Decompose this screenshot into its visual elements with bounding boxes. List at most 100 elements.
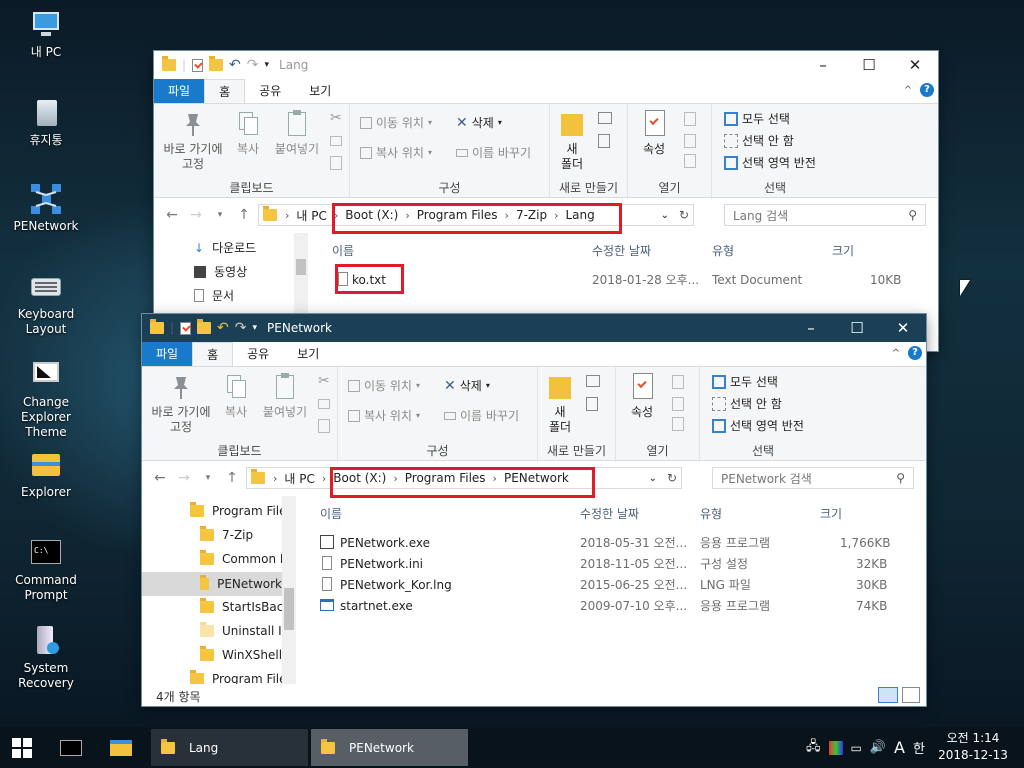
breadcrumb-item[interactable]: 7-Zip bbox=[516, 208, 547, 222]
desktop-icon-recycle-bin[interactable]: 휴지통 bbox=[2, 96, 90, 148]
breadcrumb-item[interactable]: Lang bbox=[566, 208, 595, 222]
column-header-type[interactable]: 유형 bbox=[712, 242, 734, 259]
tab-home[interactable]: 홈 bbox=[192, 342, 234, 366]
start-button[interactable] bbox=[12, 729, 40, 766]
chevron-down-icon[interactable]: ⌄ bbox=[649, 473, 657, 484]
new-item-icon[interactable] bbox=[598, 112, 612, 124]
column-header-name[interactable]: 이름 bbox=[332, 242, 354, 259]
open-icon[interactable] bbox=[684, 112, 696, 126]
select-none-button[interactable]: 선택 안 함 bbox=[724, 132, 794, 149]
desktop-icon-keyboard-layout[interactable]: Keyboard Layout bbox=[2, 270, 90, 337]
column-header-type[interactable]: 유형 bbox=[700, 505, 722, 522]
nav-item-uninstall[interactable]: Uninstall Int bbox=[200, 622, 294, 638]
table-row[interactable]: PENetwork.ini 2018-11-05 오전... 구성 설정 32K… bbox=[318, 553, 918, 574]
column-header-date[interactable]: 수정한 날짜 bbox=[592, 242, 651, 259]
column-header-size[interactable]: 크기 bbox=[820, 505, 842, 522]
pin-button[interactable]: 바로 가기에 고정 bbox=[148, 373, 214, 435]
copy-button[interactable]: 복사 bbox=[218, 373, 254, 420]
nav-item-common-files[interactable]: Common F bbox=[200, 550, 287, 566]
taskbar-item-lang[interactable]: Lang bbox=[151, 729, 308, 766]
new-folder-button[interactable]: 새 폴더 bbox=[554, 110, 590, 172]
desktop-icon-penetwork[interactable]: PENetwork bbox=[2, 182, 90, 234]
cut-icon[interactable]: ✂ bbox=[330, 110, 342, 126]
chevron-down-icon[interactable]: ▾ bbox=[265, 60, 270, 70]
select-all-button[interactable]: 모두 선택 bbox=[724, 110, 790, 127]
clock[interactable]: 오전 1:14 2018-12-13 bbox=[936, 730, 1010, 764]
tab-file[interactable]: 파일 bbox=[142, 342, 193, 366]
breadcrumb-item[interactable]: Program Files bbox=[417, 208, 498, 222]
new-folder-button[interactable]: 새 폴더 bbox=[542, 373, 578, 435]
maximize-button[interactable]: ☐ bbox=[834, 314, 880, 342]
history-icon[interactable] bbox=[672, 417, 684, 431]
pin-button[interactable]: 바로 가기에 고정 bbox=[160, 110, 226, 172]
maximize-button[interactable]: ☐ bbox=[846, 51, 892, 79]
nav-item-winxshell[interactable]: WinXShell bbox=[200, 646, 282, 662]
tab-file[interactable]: 파일 bbox=[154, 79, 205, 103]
title-bar[interactable]: | ↶ ↷ ▾ PENetwork – ☐ ✕ bbox=[142, 314, 926, 342]
desktop-icon-my-pc[interactable]: 내 PC bbox=[2, 8, 90, 60]
breadcrumb-item[interactable]: 내 PC bbox=[296, 207, 326, 224]
tab-share[interactable]: 공유 bbox=[233, 342, 283, 366]
nav-item-program-files[interactable]: Program Files bbox=[190, 502, 293, 518]
help-icon[interactable]: ? bbox=[908, 346, 922, 360]
delete-button[interactable]: ✕ 삭제 ▾ bbox=[444, 377, 490, 394]
breadcrumb-item[interactable]: Program Files bbox=[405, 471, 486, 485]
easy-access-icon[interactable] bbox=[586, 397, 598, 411]
help-icon[interactable]: ? bbox=[920, 83, 934, 97]
back-button[interactable]: ← bbox=[148, 470, 172, 486]
minimize-button[interactable]: – bbox=[788, 314, 834, 342]
edit-icon[interactable] bbox=[684, 134, 696, 148]
chevron-down-icon[interactable]: ▾ bbox=[253, 323, 258, 333]
taskbar-item-penetwork[interactable]: PENetwork bbox=[311, 729, 468, 766]
new-folder-icon[interactable] bbox=[209, 56, 224, 71]
tab-view[interactable]: 보기 bbox=[295, 79, 345, 103]
paste-shortcut-icon[interactable] bbox=[330, 156, 342, 170]
nav-item-7zip[interactable]: 7-Zip bbox=[200, 526, 253, 542]
tab-share[interactable]: 공유 bbox=[245, 79, 295, 103]
taskbar-cmd[interactable] bbox=[60, 729, 90, 766]
search-box[interactable]: Lang 검색 ⚲ bbox=[724, 204, 926, 226]
minimize-button[interactable]: – bbox=[800, 51, 846, 79]
nav-item-videos[interactable]: 동영상 bbox=[194, 263, 247, 280]
desktop-icon-system-recovery[interactable]: System Recovery bbox=[2, 624, 90, 691]
table-row[interactable]: ko.txt 2018-01-28 오후... Text Document 10… bbox=[334, 269, 934, 290]
up-button[interactable]: ↑ bbox=[220, 470, 244, 486]
new-folder-icon[interactable] bbox=[197, 319, 212, 334]
column-header-size[interactable]: 크기 bbox=[832, 242, 854, 259]
explorer-window-penetwork[interactable]: | ↶ ↷ ▾ PENetwork – ☐ ✕ 파일 홈 공유 보기 ^? 바로… bbox=[142, 314, 926, 706]
nav-item-documents[interactable]: 문서 bbox=[194, 287, 234, 304]
desktop-icon-command-prompt[interactable]: C:\ Command Prompt bbox=[2, 536, 90, 603]
desktop-icon-change-explorer-theme[interactable]: Change Explorer Theme bbox=[2, 358, 90, 440]
network-icon[interactable]: 🖧 bbox=[806, 737, 821, 759]
chevron-down-icon[interactable]: ⌄ bbox=[661, 210, 669, 221]
nav-item-startisback[interactable]: StartIsBack bbox=[200, 598, 290, 614]
table-row[interactable]: PENetwork_Kor.lng 2015-06-25 오전... LNG 파… bbox=[318, 574, 918, 595]
select-all-button[interactable]: 모두 선택 bbox=[712, 373, 778, 390]
move-to-button[interactable]: 이동 위치 ▾ bbox=[360, 114, 432, 131]
scrollbar[interactable] bbox=[282, 496, 296, 684]
up-button[interactable]: ↑ bbox=[232, 207, 256, 223]
redo-icon[interactable]: ↷ bbox=[235, 320, 247, 336]
taskbar-explorer[interactable] bbox=[110, 729, 140, 766]
chevron-up-icon[interactable]: ^ bbox=[904, 85, 912, 96]
copy-to-button[interactable]: 복사 위치 ▾ bbox=[360, 144, 432, 161]
select-none-button[interactable]: 선택 안 함 bbox=[712, 395, 782, 412]
large-icons-view-icon[interactable] bbox=[902, 687, 920, 703]
paste-button[interactable]: 붙여넣기 bbox=[258, 373, 312, 420]
breadcrumb-item[interactable]: Boot (X:) bbox=[333, 471, 386, 485]
title-bar[interactable]: | ↶ ↷ ▾ Lang – ☐ ✕ bbox=[154, 51, 938, 79]
desktop-icon-explorer[interactable]: Explorer bbox=[2, 448, 90, 500]
tab-home[interactable]: 홈 bbox=[204, 79, 246, 103]
back-button[interactable]: ← bbox=[160, 207, 184, 223]
new-item-icon[interactable] bbox=[586, 375, 600, 387]
delete-button[interactable]: ✕ 삭제 ▾ bbox=[456, 114, 502, 131]
explorer-window-lang[interactable]: | ↶ ↷ ▾ Lang – ☐ ✕ 파일 홈 공유 보기 ^? 바로 가기에 고… bbox=[154, 51, 938, 351]
recent-locations-button[interactable]: ▾ bbox=[208, 210, 232, 220]
ime-mode-han[interactable]: 한 bbox=[913, 738, 925, 757]
details-view-icon[interactable] bbox=[878, 687, 898, 703]
search-box[interactable]: PENetwork 검색 ⚲ bbox=[712, 467, 914, 489]
breadcrumb-item[interactable]: Boot (X:) bbox=[345, 208, 398, 222]
table-row[interactable]: PENetwork.exe 2018-05-31 오전... 응용 프로그램 1… bbox=[318, 532, 918, 553]
speaker-icon[interactable]: 🔊 bbox=[870, 740, 886, 755]
paste-button[interactable]: 붙여넣기 bbox=[270, 110, 324, 157]
